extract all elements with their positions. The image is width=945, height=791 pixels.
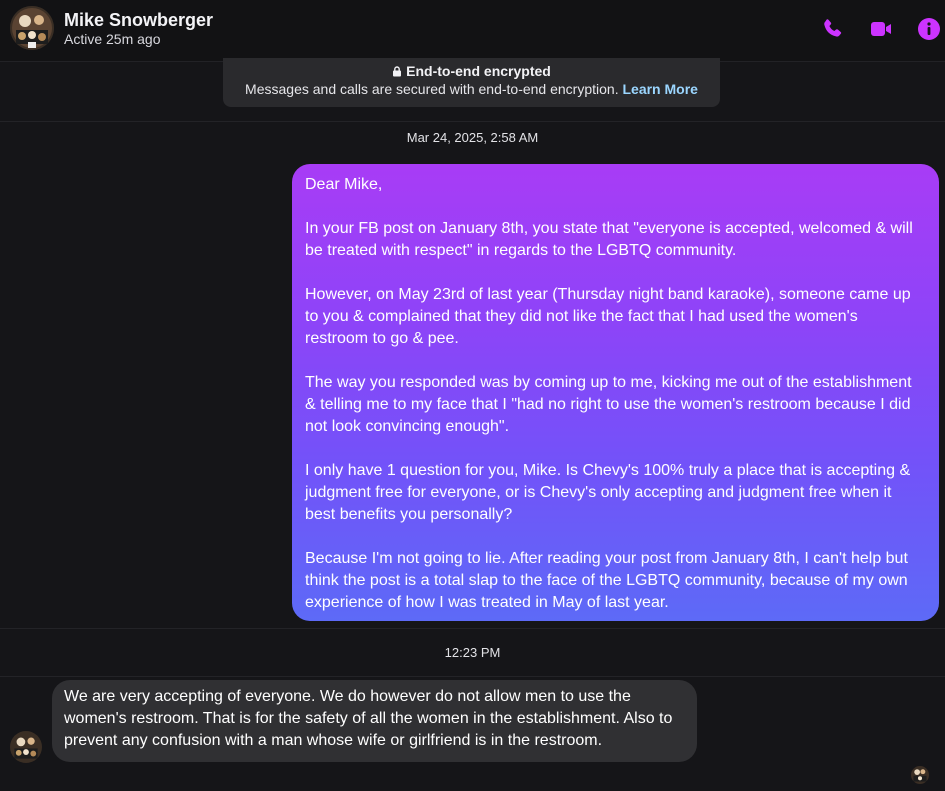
active-status: Active 25m ago <box>64 31 161 47</box>
message-paragraph: Dear Mike, <box>305 176 383 193</box>
read-receipt-avatar <box>911 766 929 784</box>
contact-avatar[interactable] <box>10 6 54 50</box>
conversation-info-button[interactable] <box>914 14 944 44</box>
timestamp: 12:23 PM <box>444 645 501 660</box>
encryption-description-text: Messages and calls are secured with end-… <box>245 81 619 97</box>
chat-header: Mike Snowberger Active 25m ago <box>0 0 945 62</box>
message-paragraph: Because I'm not going to lie. After read… <box>305 550 908 611</box>
sender-avatar[interactable] <box>10 731 42 763</box>
message-paragraph: The way you responded was by coming up t… <box>305 374 912 435</box>
encryption-title-text: End-to-end encrypted <box>406 63 551 79</box>
incoming-message-bubble[interactable]: We are very accepting of everyone. We do… <box>52 680 697 762</box>
encryption-title: End-to-end encrypted <box>223 63 720 79</box>
video-call-button[interactable] <box>866 14 896 44</box>
message-paragraph: I only have 1 question for you, Mike. Is… <box>305 462 911 523</box>
encryption-description: Messages and calls are secured with end-… <box>223 81 720 97</box>
incoming-message-text: We are very accepting of everyone. We do… <box>64 688 673 749</box>
divider <box>0 628 945 629</box>
message-paragraph: In your FB post on January 8th, you stat… <box>305 220 913 259</box>
learn-more-link[interactable]: Learn More <box>622 81 697 97</box>
contact-name[interactable]: Mike Snowberger <box>64 10 213 31</box>
lock-icon <box>393 65 402 76</box>
encryption-notice: End-to-end encrypted Messages and calls … <box>223 58 720 107</box>
message-paragraph: However, on May 23rd of last year (Thurs… <box>305 286 911 347</box>
info-icon <box>918 18 940 40</box>
video-camera-icon <box>871 22 891 36</box>
audio-call-button[interactable] <box>817 14 847 44</box>
phone-icon <box>824 19 842 37</box>
divider <box>0 121 945 122</box>
divider <box>0 676 945 677</box>
outgoing-message-bubble[interactable]: Dear Mike, In your FB post on January 8t… <box>292 164 939 621</box>
timestamp: Mar 24, 2025, 2:58 AM <box>406 130 539 145</box>
